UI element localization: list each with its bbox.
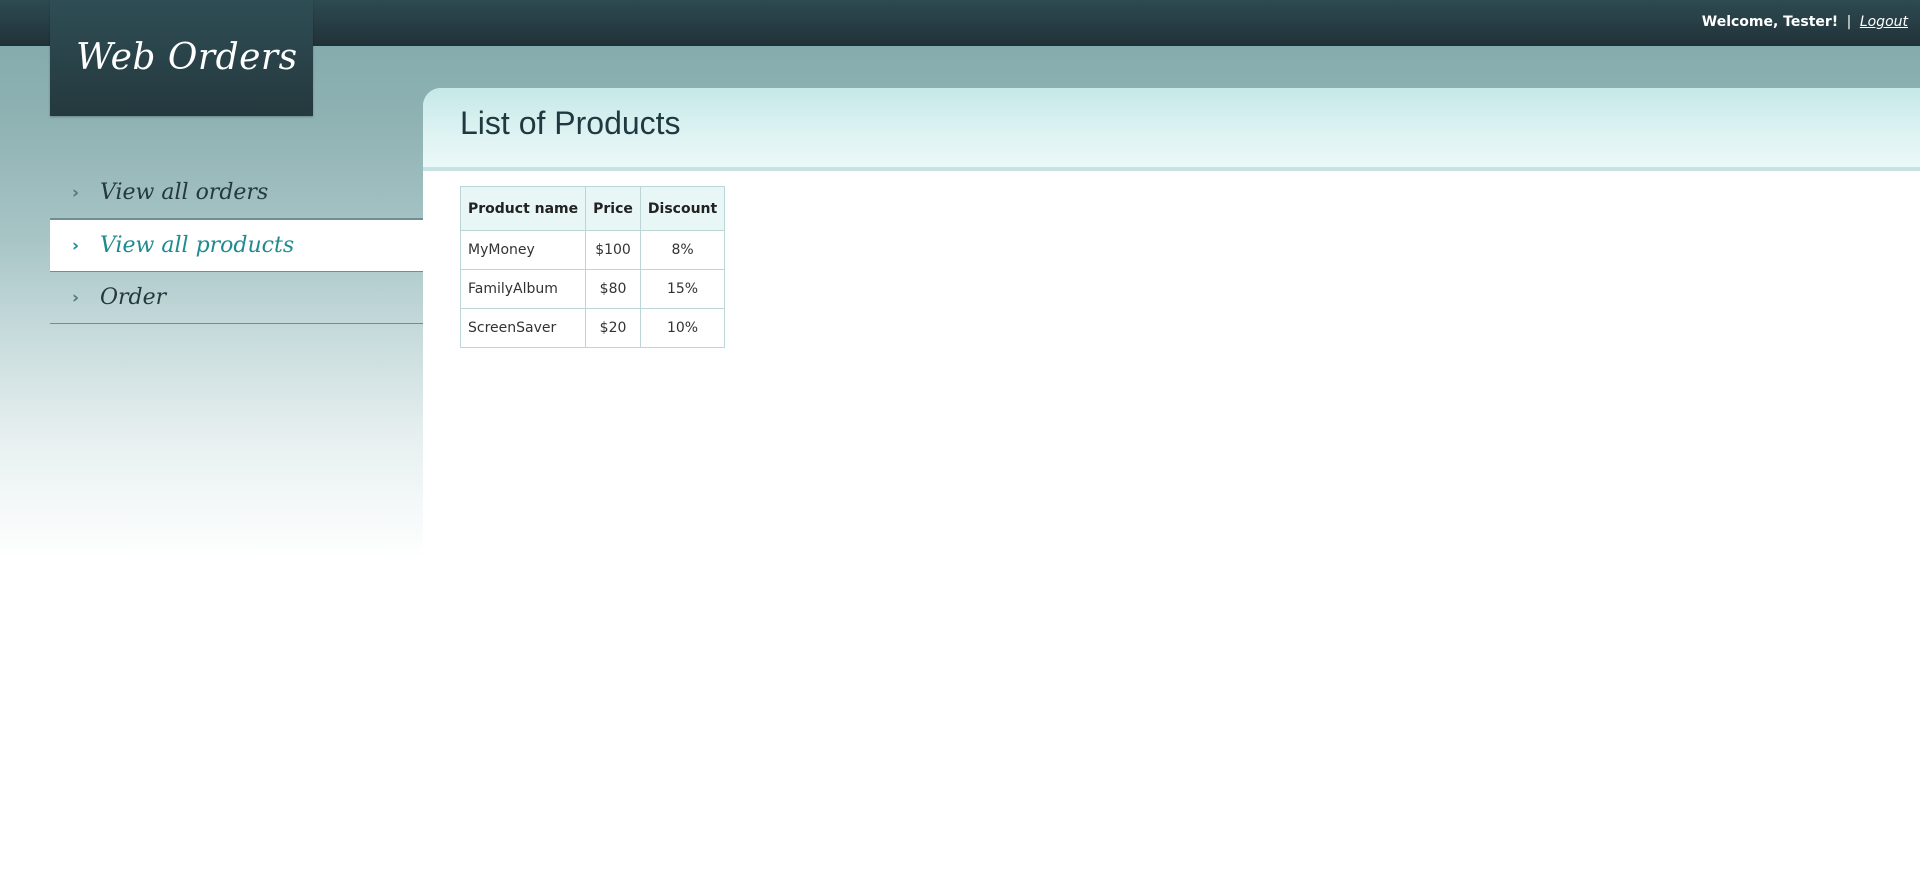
price-cell: $20: [585, 308, 641, 348]
column-header-price: Price: [585, 186, 641, 231]
page: Welcome, Tester! | Logout Web Orders › V…: [0, 0, 1920, 888]
table-header-row: Product name Price Discount: [459, 186, 726, 231]
table-row: ScreenSaver $20 10%: [459, 308, 726, 348]
chevron-right-icon: ›: [72, 183, 80, 203]
column-header-discount: Discount: [639, 186, 726, 231]
discount-cell: 15%: [639, 269, 726, 309]
table-row: FamilyAlbum $80 15%: [459, 269, 726, 309]
sidebar: › View all orders › View all products › …: [50, 167, 423, 324]
discount-cell: 8%: [639, 230, 726, 270]
discount-cell: 10%: [639, 308, 726, 348]
chevron-right-icon: ›: [72, 236, 80, 256]
price-cell: $80: [585, 269, 641, 309]
logo-title: Web Orders: [76, 37, 298, 78]
sidebar-item-view-all-products[interactable]: › View all products: [50, 219, 423, 272]
page-title: List of Products: [460, 105, 681, 141]
sidebar-item-label: View all products: [100, 233, 295, 258]
logout-link[interactable]: Logout: [1860, 14, 1908, 30]
price-cell: $100: [585, 230, 641, 270]
chevron-right-icon: ›: [72, 288, 80, 308]
welcome-text: Welcome, Tester!: [1701, 14, 1839, 30]
logo[interactable]: Web Orders: [50, 0, 313, 116]
sidebar-item-label: Order: [100, 285, 167, 310]
content-header: List of Products: [423, 88, 1920, 171]
sidebar-item-label: View all orders: [100, 180, 269, 205]
sidebar-item-view-all-orders[interactable]: › View all orders: [50, 167, 423, 219]
table-row: MyMoney $100 8%: [459, 230, 726, 270]
sidebar-item-order[interactable]: › Order: [50, 272, 423, 324]
separator: |: [1846, 14, 1852, 30]
product-name-cell: FamilyAlbum: [459, 269, 587, 309]
product-name-cell: ScreenSaver: [459, 308, 587, 348]
welcome-area: Welcome, Tester! | Logout: [1702, 14, 1908, 30]
products-table: Product name Price Discount MyMoney $100…: [459, 186, 726, 348]
column-header-product-name: Product name: [459, 186, 587, 231]
product-name-cell: MyMoney: [459, 230, 587, 270]
main-content: List of Products Product name Price Disc…: [423, 88, 1920, 888]
